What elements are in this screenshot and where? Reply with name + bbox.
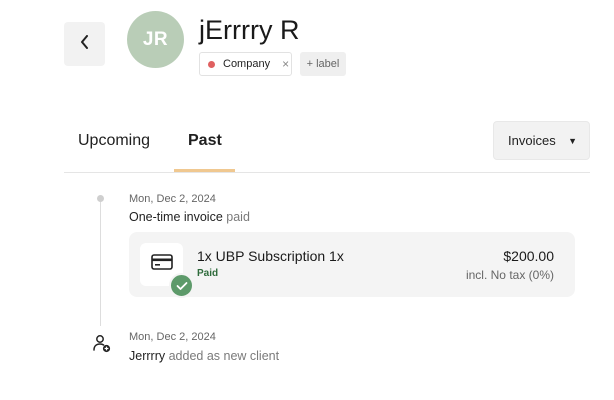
back-button[interactable] — [64, 22, 105, 66]
event-description: One-time invoice paid — [129, 210, 250, 224]
event-action-text: added as new client — [168, 349, 280, 363]
timeline-line — [100, 200, 101, 326]
label-chip: Company × — [199, 52, 292, 76]
invoice-tax: incl. No tax (0%) — [465, 268, 554, 282]
tab-past[interactable]: Past — [188, 132, 222, 150]
event-date: Mon, Dec 2, 2024 — [129, 193, 216, 205]
avatar-initials: JR — [142, 28, 169, 50]
invoices-filter-value: Invoices — [508, 133, 556, 148]
credit-card-icon — [150, 254, 173, 275]
invoice-amount: $200.00 — [503, 248, 554, 264]
invoice-item-title: 1x UBP Subscription 1x — [197, 248, 344, 264]
add-user-icon — [92, 334, 112, 354]
event-description: Jerrrry added as new client — [129, 349, 279, 363]
tabs-divider — [64, 172, 590, 173]
event-date: Mon, Dec 2, 2024 — [129, 331, 216, 343]
caret-down-icon: ▼ — [568, 135, 577, 146]
label-chip-text: Company — [223, 58, 271, 70]
add-label-button[interactable]: + label — [300, 52, 346, 76]
label-color-dot — [208, 60, 215, 68]
invoice-status: Paid — [197, 268, 219, 279]
event-client-name: Jerrrry — [129, 349, 166, 363]
invoice-card[interactable] — [129, 232, 575, 297]
remove-label-button[interactable]: × — [282, 57, 289, 71]
paid-check-icon — [169, 273, 194, 298]
tab-upcoming[interactable]: Upcoming — [78, 132, 150, 150]
event-title: One-time invoice — [129, 210, 223, 224]
client-name: jErrrry R — [199, 15, 300, 45]
timeline-dot — [97, 195, 104, 202]
event-status-text: paid — [226, 210, 250, 224]
invoices-filter-select[interactable]: Invoices ▼ — [493, 121, 590, 160]
chevron-left-icon — [79, 34, 91, 54]
avatar: JR — [127, 11, 184, 68]
